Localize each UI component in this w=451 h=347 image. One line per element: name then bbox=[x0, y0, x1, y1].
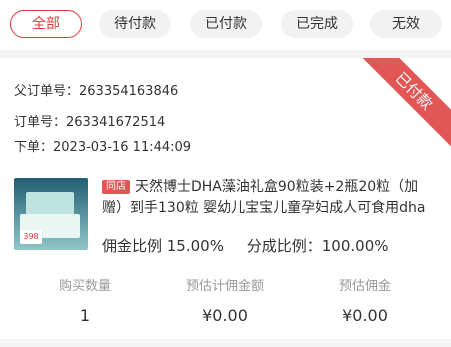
bottom-divider bbox=[0, 339, 451, 347]
stat-label: 购买数量 bbox=[58, 279, 111, 294]
stat-value: ¥0.00 bbox=[202, 306, 248, 325]
product-title-text: 天然博士DHA藻油礼盒90粒装+2瓶20粒（加赠）到手130粒 婴幼儿宝宝儿童孕… bbox=[102, 179, 426, 216]
parent-order-number: 父订单号：263354163846 bbox=[14, 84, 179, 99]
stat-value: ¥0.00 bbox=[342, 306, 388, 325]
section-divider bbox=[0, 50, 451, 58]
commission-ratio: 佣金比例 15.00% bbox=[102, 237, 224, 255]
tab-invalid[interactable]: 无效 bbox=[370, 10, 442, 38]
product-title[interactable]: 同店 天然博士DHA藻油礼盒90粒装+2瓶20粒（加赠）到手130粒 婴幼儿宝宝儿… bbox=[102, 177, 432, 219]
thumbnail-price-badge: 398 bbox=[20, 230, 42, 244]
stat-label: 预估计佣金额 bbox=[185, 279, 264, 294]
order-stats: 购买数量 1 预估计佣金额 ¥0.00 预估佣金 ¥0.00 bbox=[0, 275, 451, 345]
tab-paid[interactable]: 已付款 bbox=[190, 10, 262, 38]
tab-completed[interactable]: 已完成 bbox=[281, 10, 353, 38]
tab-all[interactable]: 全部 bbox=[10, 10, 82, 38]
order-time: 下单：2023-03-16 11:44:09 bbox=[14, 140, 192, 155]
order-number: 订单号：263341672514 bbox=[14, 115, 166, 130]
tab-pending-payment[interactable]: 待付款 bbox=[99, 10, 171, 38]
stat-estimated-commission: 预估佣金 ¥0.00 bbox=[290, 275, 440, 325]
stat-label: 预估佣金 bbox=[338, 279, 391, 294]
order-card[interactable]: 已付款 父订单号：263354163846 订单号：263341672514 下… bbox=[0, 58, 451, 347]
order-status-tabs: 全部 待付款 已付款 已完成 无效 bbox=[0, 0, 451, 50]
share-ratio: 分成比例：100.00% bbox=[246, 237, 389, 255]
stat-quantity: 购买数量 1 bbox=[10, 275, 160, 325]
stat-value: 1 bbox=[79, 306, 91, 325]
ratio-row: 佣金比例 15.00% 分成比例：100.00% bbox=[102, 235, 407, 256]
product-thumbnail[interactable]: 398 bbox=[14, 178, 88, 250]
status-ribbon: 已付款 bbox=[351, 58, 451, 154]
stat-estimated-commission-amount: 预估计佣金额 ¥0.00 bbox=[150, 275, 300, 325]
store-tag: 同店 bbox=[102, 180, 130, 194]
